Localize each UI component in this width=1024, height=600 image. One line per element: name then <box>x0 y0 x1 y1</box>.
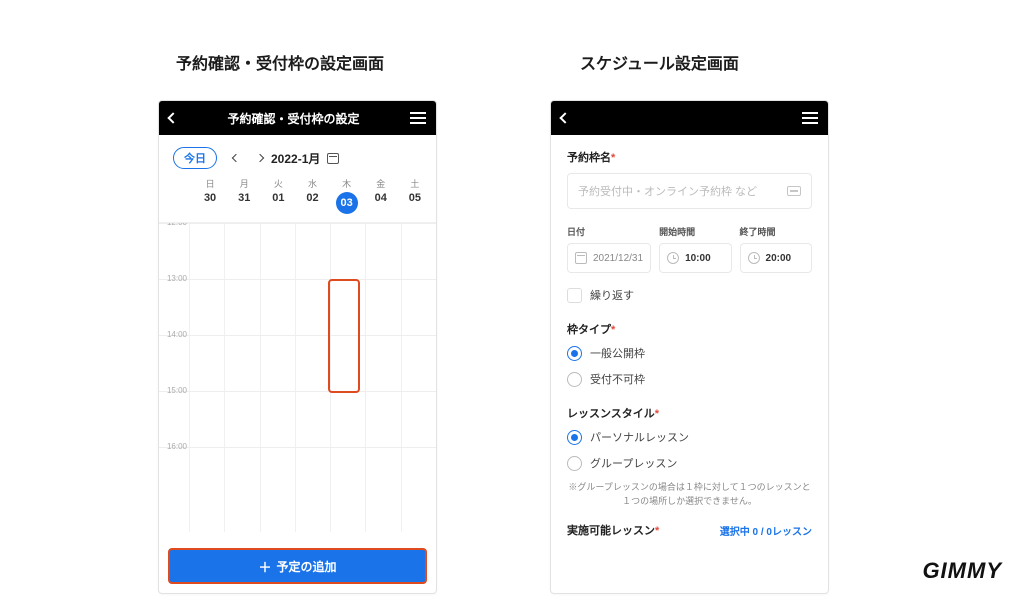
hour-label: 14:00 <box>161 330 187 339</box>
add-button-label: 予定の追加 <box>277 558 337 575</box>
start-time-input[interactable]: 10:00 <box>659 243 731 273</box>
menu-icon[interactable] <box>410 112 426 124</box>
back-icon[interactable] <box>559 112 570 123</box>
field-label-end: 終了時間 <box>740 225 812 238</box>
hour-label: 16:00 <box>161 442 187 451</box>
prev-month-icon[interactable] <box>232 154 240 162</box>
plus-icon: ＋ <box>258 557 271 576</box>
hour-label: 12:00 <box>161 222 187 227</box>
day-sat[interactable]: 土05 <box>398 177 432 214</box>
field-label-type: 枠タイプ* <box>567 321 812 337</box>
radio-public-slot[interactable] <box>567 346 582 361</box>
date-input[interactable]: 2021/12/31 <box>567 243 651 273</box>
radio-group-lesson[interactable] <box>567 456 582 471</box>
highlighted-timeslot[interactable] <box>328 279 360 393</box>
menu-icon[interactable] <box>802 112 818 124</box>
today-button[interactable]: 今日 <box>173 147 217 169</box>
radio-personal-lesson[interactable] <box>567 430 582 445</box>
field-label-style: レッスンスタイル* <box>567 405 812 421</box>
calendar-toolbar: 今日 2022-1月 <box>159 135 436 177</box>
radio-label: グループレッスン <box>590 455 677 471</box>
field-label-start: 開始時間 <box>659 225 731 238</box>
placeholder-text: 予約受付中・オンライン予約枠 など <box>578 183 757 199</box>
end-time-input[interactable]: 20:00 <box>740 243 812 273</box>
hour-label: 15:00 <box>161 386 187 395</box>
calendar-icon[interactable] <box>327 153 339 164</box>
day-tue[interactable]: 火01 <box>261 177 295 214</box>
app-topbar: 予約確認・受付枠の設定 <box>159 101 436 135</box>
clock-icon <box>748 252 760 264</box>
day-fri[interactable]: 金04 <box>364 177 398 214</box>
radio-label: パーソナルレッスン <box>590 429 689 445</box>
field-label-date: 日付 <box>567 225 651 238</box>
field-label-name: 予約枠名* <box>567 149 812 165</box>
id-card-icon <box>787 186 801 196</box>
add-schedule-button[interactable]: ＋ 予定の追加 <box>168 548 427 584</box>
page-title-right: スケジュール設定画面 <box>580 50 739 74</box>
repeat-checkbox[interactable] <box>567 288 582 303</box>
month-label: 2022-1月 <box>271 150 320 167</box>
topbar-title: 予約確認・受付枠の設定 <box>227 110 359 127</box>
radio-label: 一般公開枠 <box>590 345 645 361</box>
day-wed[interactable]: 水02 <box>295 177 329 214</box>
next-month-icon[interactable] <box>256 154 264 162</box>
day-thu[interactable]: 木03 <box>330 177 364 214</box>
group-lesson-note: ※グループレッスンの場合は１枠に対して１つのレッスンと１つの場所しか選択できませ… <box>567 481 812 508</box>
clock-icon <box>667 252 679 264</box>
hour-label: 13:00 <box>161 274 187 283</box>
field-label-possible-lessons: 実施可能レッスン* <box>567 522 659 538</box>
brand-logo: GIMMY <box>922 558 1002 584</box>
lesson-selection-status[interactable]: 選択中 0 / 0レッスン <box>720 523 812 538</box>
phone-reservation-settings: 予約確認・受付枠の設定 今日 2022-1月 日30 月31 火01 水02 木… <box>158 100 437 594</box>
day-sun[interactable]: 日30 <box>193 177 227 214</box>
day-mon[interactable]: 月31 <box>227 177 261 214</box>
radio-unavailable-slot[interactable] <box>567 372 582 387</box>
radio-label: 受付不可枠 <box>590 371 645 387</box>
app-topbar <box>551 101 828 135</box>
weekday-row: 日30 月31 火01 水02 木03 金04 土05 <box>159 177 436 222</box>
calendar-grid[interactable]: 12:00 13:00 14:00 15:00 16:00 <box>159 222 436 532</box>
repeat-label: 繰り返す <box>590 287 634 303</box>
calendar-icon <box>575 252 587 264</box>
phone-schedule-form: 予約枠名* 予約受付中・オンライン予約枠 など 日付 2021/12/31 開始… <box>550 100 829 594</box>
reservation-name-input[interactable]: 予約受付中・オンライン予約枠 など <box>567 173 812 209</box>
back-icon[interactable] <box>167 112 178 123</box>
page-title-left: 予約確認・受付枠の設定画面 <box>176 50 384 74</box>
